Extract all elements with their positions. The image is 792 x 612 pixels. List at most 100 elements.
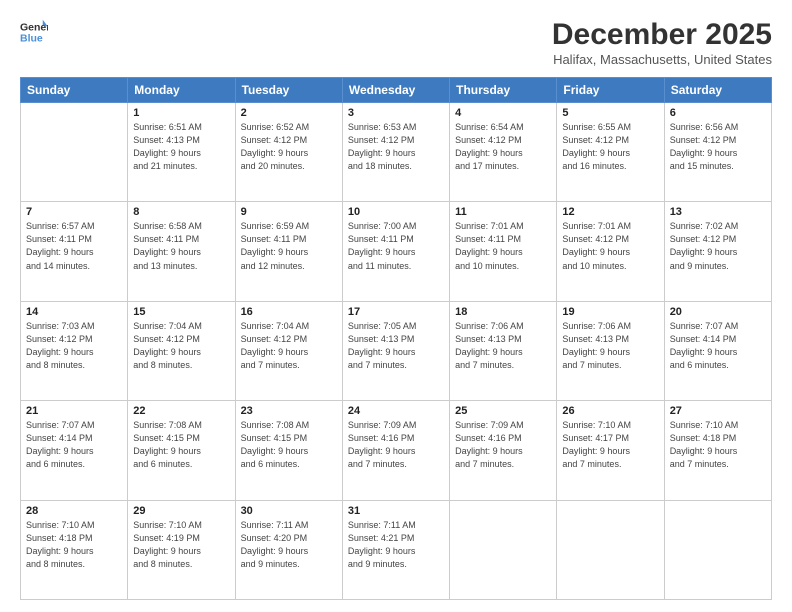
calendar-cell: 2 Sunrise: 6:52 AMSunset: 4:12 PMDaylight… bbox=[235, 103, 342, 202]
col-friday: Friday bbox=[557, 78, 664, 103]
day-number: 29 bbox=[133, 505, 229, 517]
day-number: 10 bbox=[348, 206, 444, 218]
day-info: Sunrise: 7:07 AMSunset: 4:14 PMDaylight:… bbox=[670, 320, 766, 372]
calendar-cell: 5 Sunrise: 6:55 AMSunset: 4:12 PMDaylight… bbox=[557, 103, 664, 202]
calendar-table: Sunday Monday Tuesday Wednesday Thursday… bbox=[20, 77, 772, 600]
day-number: 24 bbox=[348, 405, 444, 417]
calendar-cell: 29Sunrise: 7:10 AMSunset: 4:19 PMDayligh… bbox=[128, 500, 235, 599]
day-info: Sunrise: 6:52 AMSunset: 4:12 PMDaylight:… bbox=[241, 121, 337, 173]
calendar-cell bbox=[450, 500, 557, 599]
day-info: Sunrise: 6:54 AMSunset: 4:12 PMDaylight:… bbox=[455, 121, 551, 173]
day-info: Sunrise: 7:03 AMSunset: 4:12 PMDaylight:… bbox=[26, 320, 122, 372]
calendar-cell: 16Sunrise: 7:04 AMSunset: 4:12 PMDayligh… bbox=[235, 301, 342, 400]
calendar-cell: 25Sunrise: 7:09 AMSunset: 4:16 PMDayligh… bbox=[450, 401, 557, 500]
day-info: Sunrise: 7:10 AMSunset: 4:18 PMDaylight:… bbox=[26, 519, 122, 571]
title-section: December 2025 Halifax, Massachusetts, Un… bbox=[552, 18, 772, 67]
day-number: 2 bbox=[241, 107, 337, 119]
calendar-week-row: 21 Sunrise: 7:07 AMSunset: 4:14 PMDayligh… bbox=[21, 401, 772, 500]
calendar-cell: 14 Sunrise: 7:03 AMSunset: 4:12 PMDayligh… bbox=[21, 301, 128, 400]
day-info: Sunrise: 7:09 AMSunset: 4:16 PMDaylight:… bbox=[348, 419, 444, 471]
day-info: Sunrise: 6:58 AMSunset: 4:11 PMDaylight:… bbox=[133, 220, 229, 272]
calendar-cell: 22Sunrise: 7:08 AMSunset: 4:15 PMDayligh… bbox=[128, 401, 235, 500]
calendar-cell: 18 Sunrise: 7:06 AMSunset: 4:13 PMDayligh… bbox=[450, 301, 557, 400]
calendar-week-row: 1Sunrise: 6:51 AMSunset: 4:13 PMDaylight… bbox=[21, 103, 772, 202]
day-number: 9 bbox=[241, 206, 337, 218]
day-info: Sunrise: 7:11 AMSunset: 4:21 PMDaylight:… bbox=[348, 519, 444, 571]
calendar-cell: 21 Sunrise: 7:07 AMSunset: 4:14 PMDayligh… bbox=[21, 401, 128, 500]
calendar-cell: 13 Sunrise: 7:02 AMSunset: 4:12 PMDayligh… bbox=[664, 202, 771, 301]
day-info: Sunrise: 7:09 AMSunset: 4:16 PMDaylight:… bbox=[455, 419, 551, 471]
calendar-cell bbox=[664, 500, 771, 599]
calendar-week-row: 28 Sunrise: 7:10 AMSunset: 4:18 PMDayligh… bbox=[21, 500, 772, 599]
day-info: Sunrise: 7:01 AMSunset: 4:12 PMDaylight:… bbox=[562, 220, 658, 272]
calendar-cell: 1Sunrise: 6:51 AMSunset: 4:13 PMDaylight… bbox=[128, 103, 235, 202]
day-info: Sunrise: 7:07 AMSunset: 4:14 PMDaylight:… bbox=[26, 419, 122, 471]
month-year-title: December 2025 bbox=[552, 18, 772, 52]
calendar-cell: 31 Sunrise: 7:11 AMSunset: 4:21 PMDayligh… bbox=[342, 500, 449, 599]
day-info: Sunrise: 7:00 AMSunset: 4:11 PMDaylight:… bbox=[348, 220, 444, 272]
col-sunday: Sunday bbox=[21, 78, 128, 103]
day-number: 1 bbox=[133, 107, 229, 119]
calendar-cell: 6 Sunrise: 6:56 AMSunset: 4:12 PMDaylight… bbox=[664, 103, 771, 202]
calendar-cell: 17 Sunrise: 7:05 AMSunset: 4:13 PMDayligh… bbox=[342, 301, 449, 400]
calendar-cell: 19Sunrise: 7:06 AMSunset: 4:13 PMDayligh… bbox=[557, 301, 664, 400]
calendar-cell: 11 Sunrise: 7:01 AMSunset: 4:11 PMDayligh… bbox=[450, 202, 557, 301]
calendar-cell: 3Sunrise: 6:53 AMSunset: 4:12 PMDaylight… bbox=[342, 103, 449, 202]
col-thursday: Thursday bbox=[450, 78, 557, 103]
day-info: Sunrise: 7:02 AMSunset: 4:12 PMDaylight:… bbox=[670, 220, 766, 272]
day-info: Sunrise: 6:55 AMSunset: 4:12 PMDaylight:… bbox=[562, 121, 658, 173]
day-number: 18 bbox=[455, 306, 551, 318]
day-number: 16 bbox=[241, 306, 337, 318]
day-info: Sunrise: 6:56 AMSunset: 4:12 PMDaylight:… bbox=[670, 121, 766, 173]
calendar-header-row: Sunday Monday Tuesday Wednesday Thursday… bbox=[21, 78, 772, 103]
day-number: 21 bbox=[26, 405, 122, 417]
day-number: 5 bbox=[562, 107, 658, 119]
day-number: 15 bbox=[133, 306, 229, 318]
day-number: 23 bbox=[241, 405, 337, 417]
calendar-cell: 23 Sunrise: 7:08 AMSunset: 4:15 PMDayligh… bbox=[235, 401, 342, 500]
day-number: 19 bbox=[562, 306, 658, 318]
day-info: Sunrise: 6:57 AMSunset: 4:11 PMDaylight:… bbox=[26, 220, 122, 272]
day-number: 11 bbox=[455, 206, 551, 218]
day-number: 17 bbox=[348, 306, 444, 318]
calendar-cell bbox=[21, 103, 128, 202]
day-number: 14 bbox=[26, 306, 122, 318]
calendar-cell: 7 Sunrise: 6:57 AMSunset: 4:11 PMDaylight… bbox=[21, 202, 128, 301]
day-number: 6 bbox=[670, 107, 766, 119]
day-number: 31 bbox=[348, 505, 444, 517]
calendar-cell: 8Sunrise: 6:58 AMSunset: 4:11 PMDaylight… bbox=[128, 202, 235, 301]
day-info: Sunrise: 7:11 AMSunset: 4:20 PMDaylight:… bbox=[241, 519, 337, 571]
col-monday: Monday bbox=[128, 78, 235, 103]
calendar-cell: 24 Sunrise: 7:09 AMSunset: 4:16 PMDayligh… bbox=[342, 401, 449, 500]
col-tuesday: Tuesday bbox=[235, 78, 342, 103]
calendar-cell: 27 Sunrise: 7:10 AMSunset: 4:18 PMDayligh… bbox=[664, 401, 771, 500]
location-subtitle: Halifax, Massachusetts, United States bbox=[552, 52, 772, 67]
day-number: 13 bbox=[670, 206, 766, 218]
day-info: Sunrise: 7:01 AMSunset: 4:11 PMDaylight:… bbox=[455, 220, 551, 272]
top-section: General Blue December 2025 Halifax, Mass… bbox=[20, 18, 772, 67]
col-wednesday: Wednesday bbox=[342, 78, 449, 103]
day-number: 28 bbox=[26, 505, 122, 517]
day-info: Sunrise: 7:08 AMSunset: 4:15 PMDaylight:… bbox=[241, 419, 337, 471]
day-number: 22 bbox=[133, 405, 229, 417]
calendar-cell: 9 Sunrise: 6:59 AMSunset: 4:11 PMDaylight… bbox=[235, 202, 342, 301]
day-number: 7 bbox=[26, 206, 122, 218]
day-info: Sunrise: 7:06 AMSunset: 4:13 PMDaylight:… bbox=[455, 320, 551, 372]
day-number: 30 bbox=[241, 505, 337, 517]
day-info: Sunrise: 7:10 AMSunset: 4:18 PMDaylight:… bbox=[670, 419, 766, 471]
svg-text:Blue: Blue bbox=[20, 33, 43, 45]
day-info: Sunrise: 7:05 AMSunset: 4:13 PMDaylight:… bbox=[348, 320, 444, 372]
logo-icon: General Blue bbox=[20, 18, 48, 46]
day-number: 3 bbox=[348, 107, 444, 119]
calendar-cell: 20 Sunrise: 7:07 AMSunset: 4:14 PMDayligh… bbox=[664, 301, 771, 400]
logo: General Blue bbox=[20, 18, 48, 46]
day-number: 12 bbox=[562, 206, 658, 218]
day-info: Sunrise: 6:59 AMSunset: 4:11 PMDaylight:… bbox=[241, 220, 337, 272]
day-number: 20 bbox=[670, 306, 766, 318]
day-number: 4 bbox=[455, 107, 551, 119]
col-saturday: Saturday bbox=[664, 78, 771, 103]
calendar-cell: 12 Sunrise: 7:01 AMSunset: 4:12 PMDayligh… bbox=[557, 202, 664, 301]
calendar-week-row: 14 Sunrise: 7:03 AMSunset: 4:12 PMDayligh… bbox=[21, 301, 772, 400]
calendar-cell bbox=[557, 500, 664, 599]
day-number: 27 bbox=[670, 405, 766, 417]
